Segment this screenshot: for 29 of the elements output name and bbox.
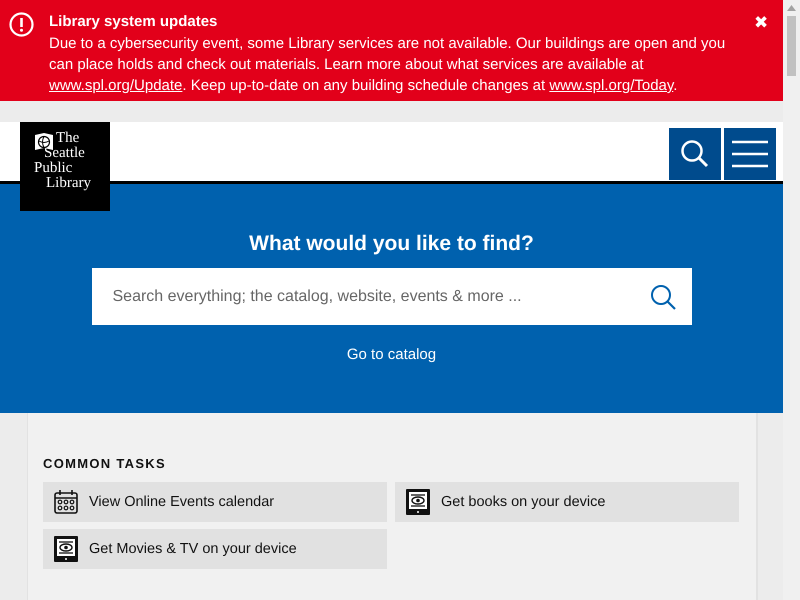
logo-text: Public: [34, 161, 72, 176]
calendar-icon: [53, 489, 79, 515]
library-logo[interactable]: The Seattle Public Library: [20, 122, 110, 211]
close-button[interactable]: ✖: [754, 12, 768, 32]
alert-icon: [9, 12, 34, 37]
tablet-icon: [405, 488, 431, 516]
search-button[interactable]: [669, 128, 721, 180]
section-heading: COMMON TASKS: [43, 456, 167, 471]
hero-heading: What would you like to find?: [249, 232, 534, 256]
scroll-thumb[interactable]: [787, 16, 796, 76]
search-input[interactable]: Search everything; the catalog, website, events & more ...: [110, 286, 650, 306]
menu-icon: [732, 140, 768, 168]
logo-text: Library: [46, 176, 91, 191]
task-link[interactable]: Get Movies & TV on your device: [43, 529, 387, 569]
update-link[interactable]: www.spl.org/Update: [49, 77, 182, 94]
alert-title: Library system updates: [49, 12, 218, 32]
alert-message: Due to a cybersecurity event, some Library services are not available. Our buildings are open and you can place holds and check out materials. Learn more about what services are available at www.spl.org/Update. Keep up-to-date on any building schedule changes at www.spl.org/Today.: [49, 34, 726, 96]
catalog-link[interactable]: Go to catalog: [346, 346, 436, 363]
logo-text: The: [56, 131, 80, 146]
menu-button[interactable]: [724, 128, 776, 180]
logo-text: Seattle: [44, 146, 85, 161]
task-link[interactable]: Get books on your device: [395, 482, 739, 522]
today-link[interactable]: www.spl.org/Today: [549, 77, 674, 94]
scrollbar[interactable]: [783, 0, 800, 600]
search-icon: [680, 139, 710, 169]
search-field[interactable]: Search everything; the catalog, website, events & more ...: [92, 268, 692, 325]
tablet-icon: [53, 535, 79, 563]
task-link[interactable]: View Online Events calendar: [43, 482, 387, 522]
search-icon[interactable]: [650, 284, 676, 310]
